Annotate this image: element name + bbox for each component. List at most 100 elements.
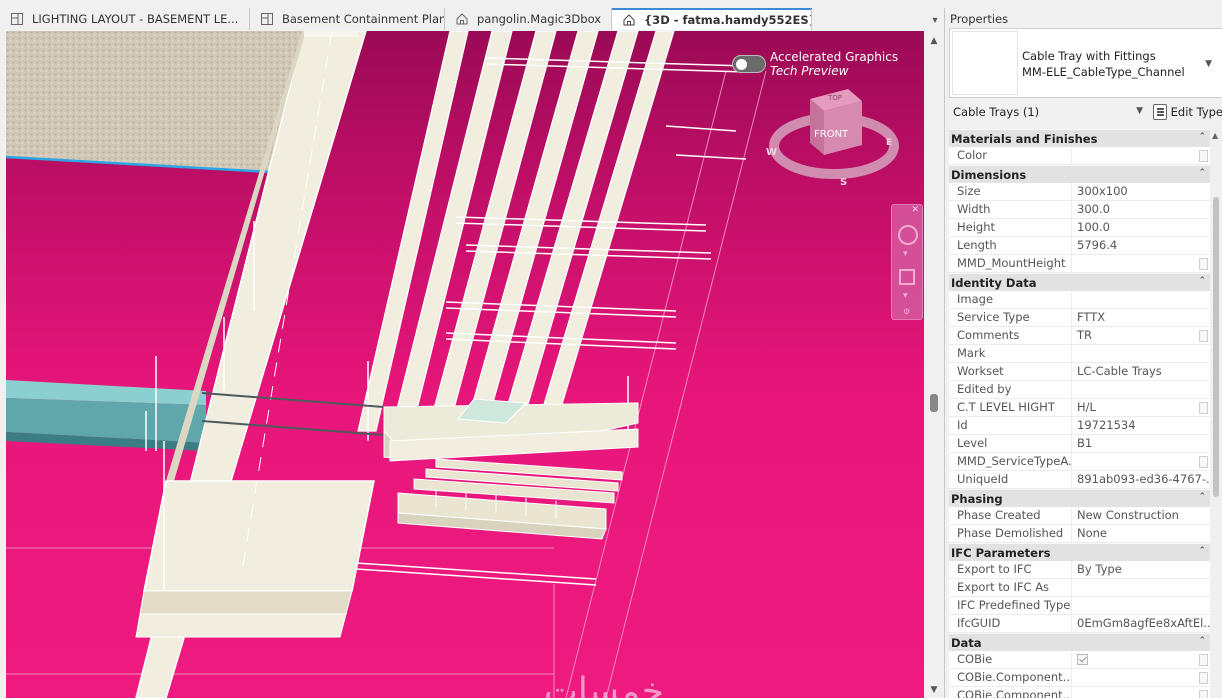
property-value[interactable] <box>1072 255 1210 272</box>
property-value[interactable]: None <box>1072 525 1210 542</box>
property-value[interactable]: 100.0 <box>1072 219 1210 236</box>
cell-button[interactable] <box>1199 258 1208 270</box>
collapse-icon[interactable]: ⌃ <box>1198 276 1206 286</box>
property-row[interactable]: Length 5796.4 <box>949 237 1210 255</box>
property-row[interactable]: Workset LC-Cable Trays <box>949 363 1210 381</box>
property-group-header[interactable]: Phasing ⌃ <box>949 489 1210 507</box>
type-selector[interactable]: Cable Tray with Fittings MM-ELE_CableTyp… <box>949 28 1222 98</box>
tab-overflow-icon[interactable]: ▾ <box>926 10 944 30</box>
customize-icon[interactable]: ⚙ <box>903 307 910 316</box>
property-value[interactable] <box>1072 579 1210 596</box>
chevron-down-icon[interactable]: ▼ <box>1205 59 1212 69</box>
tab-3d-active[interactable]: {3D - fatma.hamdy552ES} ✕ <box>612 8 812 30</box>
cell-button[interactable] <box>1199 690 1208 698</box>
property-value[interactable] <box>1072 381 1210 398</box>
property-value[interactable]: 0EmGm8agfEe8xAftEl... <box>1072 615 1210 632</box>
edit-type-button[interactable]: Edit Type <box>1153 102 1222 122</box>
scroll-up-icon[interactable]: ▲ <box>1212 131 1218 140</box>
property-value[interactable]: 300.0 <box>1072 201 1210 218</box>
property-row[interactable]: Export to IFC As <box>949 579 1210 597</box>
property-row[interactable]: UniqueId 891ab093-ed36-4767-... <box>949 471 1210 489</box>
property-value[interactable]: 5796.4 <box>1072 237 1210 254</box>
property-row[interactable]: IFC Predefined Type <box>949 597 1210 615</box>
property-value[interactable] <box>1072 669 1210 686</box>
compass-e-label[interactable]: E <box>886 138 892 148</box>
property-row[interactable]: Image <box>949 291 1210 309</box>
property-row[interactable]: Width 300.0 <box>949 201 1210 219</box>
compass-w-label[interactable]: W <box>766 147 777 158</box>
collapse-icon[interactable]: ⌃ <box>1198 636 1206 646</box>
property-row[interactable]: Id 19721534 <box>949 417 1210 435</box>
property-value[interactable] <box>1072 291 1210 308</box>
cell-button[interactable] <box>1199 330 1208 342</box>
property-row[interactable]: C.T LEVEL HIGHT H/L <box>949 399 1210 417</box>
property-value[interactable] <box>1072 345 1210 362</box>
cell-button[interactable] <box>1199 402 1208 414</box>
property-row[interactable]: Comments TR <box>949 327 1210 345</box>
property-row[interactable]: Service Type FTTX <box>949 309 1210 327</box>
accelerated-graphics-toggle[interactable] <box>732 55 766 73</box>
property-row[interactable]: COBie <box>949 651 1210 669</box>
collapse-icon[interactable]: ⌃ <box>1198 546 1206 556</box>
cell-button[interactable] <box>1199 456 1208 468</box>
property-row[interactable]: Mark <box>949 345 1210 363</box>
tab-basement-containment[interactable]: Basement Containment Plan <box>250 8 445 30</box>
scroll-up-icon[interactable]: ▲ <box>924 33 944 49</box>
chevron-down-icon[interactable]: ▼ <box>1136 106 1143 116</box>
properties-scrollbar[interactable]: ▲ <box>1210 129 1222 698</box>
property-row[interactable]: Size 300x100 <box>949 183 1210 201</box>
property-value[interactable]: 891ab093-ed36-4767-... <box>1072 471 1210 488</box>
property-row[interactable]: Phase Created New Construction <box>949 507 1210 525</box>
3d-viewport[interactable]: TOP FRONT W E S خمسات <box>6 31 924 698</box>
property-row[interactable]: Edited by <box>949 381 1210 399</box>
property-value[interactable]: New Construction <box>1072 507 1210 524</box>
collapse-icon[interactable]: ⌃ <box>1198 132 1206 142</box>
viewport-scrollbar[interactable]: ▲ ▼ <box>924 31 944 698</box>
property-value[interactable]: B1 <box>1072 435 1210 452</box>
property-row[interactable]: Color <box>949 147 1210 165</box>
duct-run[interactable] <box>6 380 206 451</box>
property-row[interactable]: Level B1 <box>949 435 1210 453</box>
chevron-down-icon[interactable]: ▾ <box>903 249 908 259</box>
viewcube-front-label[interactable]: FRONT <box>814 129 849 140</box>
zoom-region-icon[interactable] <box>899 269 915 285</box>
property-value[interactable]: 19721534 <box>1072 417 1210 434</box>
checkbox[interactable] <box>1077 654 1088 665</box>
cell-button[interactable] <box>1199 654 1208 666</box>
property-row[interactable]: IfcGUID 0EmGm8agfEe8xAftEl... <box>949 615 1210 633</box>
property-value[interactable]: FTTX <box>1072 309 1210 326</box>
tab-lighting-layout[interactable]: LIGHTING LAYOUT - BASEMENT LE... <box>0 8 250 30</box>
collapse-icon[interactable]: ⌃ <box>1198 492 1206 502</box>
steering-wheel-icon[interactable] <box>898 225 918 245</box>
instance-filter-dropdown[interactable]: Cable Trays (1) ▼ <box>949 102 1149 122</box>
property-row[interactable]: COBie.Component.... <box>949 669 1210 687</box>
property-row[interactable]: MMD_MountHeight <box>949 255 1210 273</box>
property-value[interactable] <box>1072 687 1210 698</box>
close-icon[interactable]: ✕ <box>911 205 919 215</box>
scroll-thumb[interactable] <box>1213 197 1219 497</box>
property-row[interactable]: COBie.Component... <box>949 687 1210 698</box>
property-value[interactable] <box>1072 453 1210 470</box>
compass-s-label[interactable]: S <box>840 177 847 188</box>
property-value[interactable] <box>1072 597 1210 614</box>
tab-magic3dbox[interactable]: pangolin.Magic3Dbox <box>445 8 612 30</box>
property-value[interactable]: 300x100 <box>1072 183 1210 200</box>
property-value[interactable]: LC-Cable Trays <box>1072 363 1210 380</box>
chevron-down-icon[interactable]: ▾ <box>903 291 908 301</box>
property-group-header[interactable]: Materials and Finishes ⌃ <box>949 129 1210 147</box>
cell-button[interactable] <box>1199 150 1208 162</box>
collapse-icon[interactable]: ⌃ <box>1198 168 1206 178</box>
property-group-header[interactable]: Data ⌃ <box>949 633 1210 651</box>
3d-scene[interactable]: TOP FRONT W E S <box>6 31 924 698</box>
property-row[interactable]: Phase Demolished None <box>949 525 1210 543</box>
property-row[interactable]: Export to IFC By Type <box>949 561 1210 579</box>
property-value[interactable] <box>1072 651 1210 668</box>
property-value[interactable]: TR <box>1072 327 1210 344</box>
scroll-thumb[interactable] <box>930 394 938 412</box>
property-value[interactable]: H/L <box>1072 399 1210 416</box>
property-group-header[interactable]: Dimensions ⌃ <box>949 165 1210 183</box>
property-row[interactable]: Height 100.0 <box>949 219 1210 237</box>
scroll-down-icon[interactable]: ▼ <box>924 682 944 698</box>
property-row[interactable]: MMD_ServiceTypeA... <box>949 453 1210 471</box>
property-value[interactable]: By Type <box>1072 561 1210 578</box>
